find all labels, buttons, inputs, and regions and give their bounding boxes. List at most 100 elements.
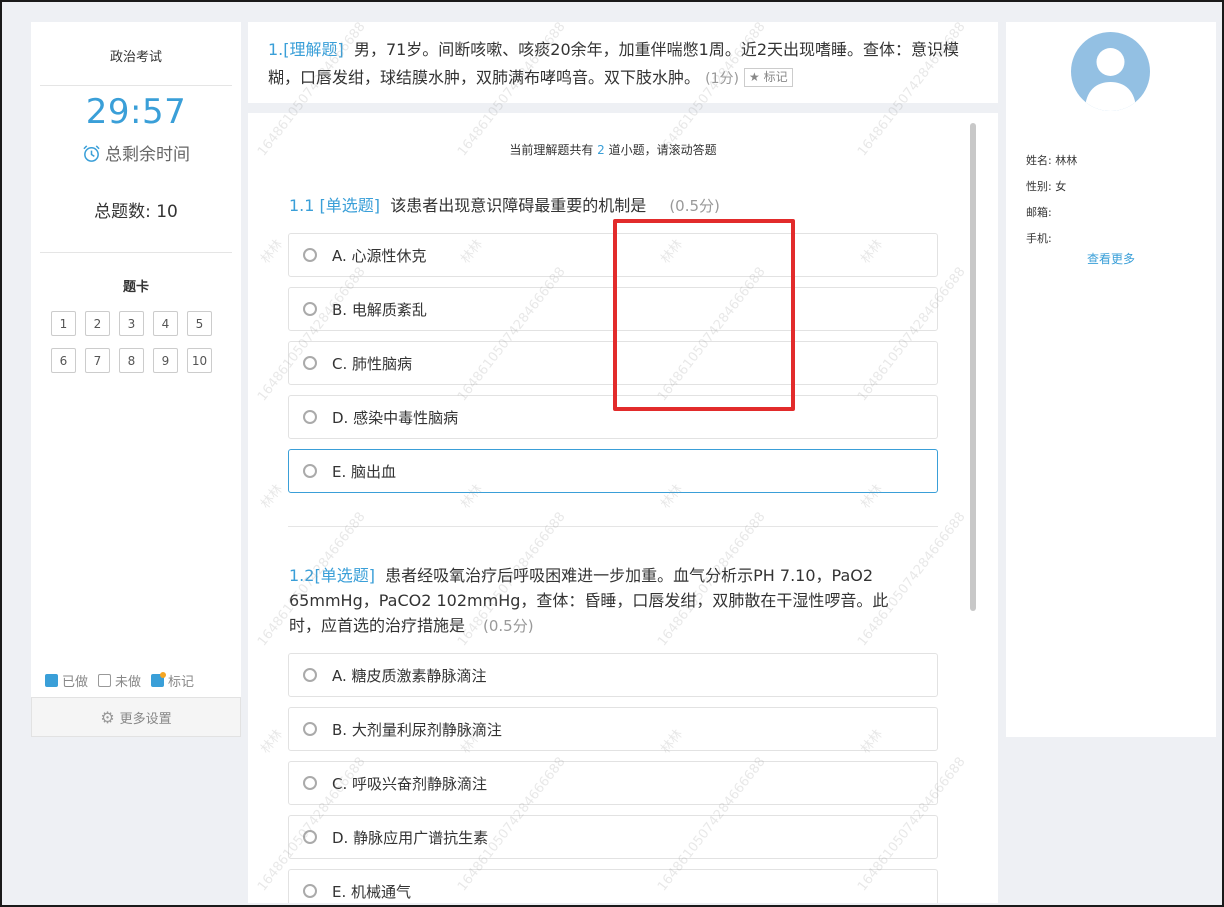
subquestion-score: (0.5分) (669, 197, 720, 215)
option-d[interactable]: D. 静脉应用广谱抗生素 (288, 815, 938, 859)
option-label: C. 肺性脑病 (332, 354, 413, 373)
star-icon: ★ (749, 70, 760, 84)
annotation-highlight-box (613, 219, 795, 411)
question-number-button[interactable]: 9 (153, 348, 178, 373)
subquestion-hint: 当前理解题共有 2 道小题，请滚动答题 (248, 141, 978, 158)
email-label: 邮箱: (1026, 206, 1052, 219)
scrollbar[interactable] (970, 123, 976, 611)
subquestion-line-3: 时，应首选的治疗措施是 (0.5分) (289, 613, 939, 639)
option-a[interactable]: A. 糖皮质激素静脉滴注 (288, 653, 938, 697)
option-label: A. 糖皮质激素静脉滴注 (332, 666, 487, 685)
alarm-clock-icon (82, 144, 101, 168)
option-b[interactable]: B. 大剂量利尿剂静脉滴注 (288, 707, 938, 751)
see-more-link[interactable]: 查看更多 (1006, 250, 1216, 267)
answer-card-title: 题卡 (122, 280, 149, 295)
status-legend: 已做 未做 标记 (45, 671, 194, 690)
gender-label: 性别: (1026, 180, 1052, 193)
left-panel: 政治考试 29:57 总剩余时间 总题数: 10 题卡 1 2 3 4 5 6 … (31, 22, 241, 737)
question-number-button[interactable]: 2 (85, 311, 110, 336)
radio-icon (303, 884, 317, 898)
option-label: C. 呼吸兴奋剂静脉滴注 (332, 774, 488, 793)
user-gender-row: 性别: 女 (1026, 174, 1077, 200)
subquestion-number: 1.1 (289, 196, 315, 215)
name-label: 姓名: (1026, 154, 1052, 167)
divider (288, 526, 938, 527)
question-number-button[interactable]: 1 (51, 311, 76, 336)
divider (40, 85, 232, 86)
question-number-button[interactable]: 4 (153, 311, 178, 336)
more-settings-button[interactable]: ⚙ 更多设置 (31, 697, 241, 737)
main-question-stem: 1.[理解题] 男，71岁。间断咳嗽、咳痰20余年，加重伴喘憋1周。近2天出现嗜… (248, 22, 998, 103)
marked-square-icon (151, 672, 167, 687)
user-phone-row: 手机: (1026, 226, 1077, 252)
legend-marked: 标记 (151, 671, 194, 690)
subquestion-text: 患者经吸氧治疗后呼吸困难进一步加重。血气分析示PH 7.10，PaO2 (385, 566, 874, 585)
hint-prefix: 当前理解题共有 (509, 143, 594, 157)
mark-label: 标记 (763, 70, 788, 84)
done-square-icon (45, 674, 58, 687)
subquestion-title: 1.1 [单选题] 该患者出现意识障碍最重要的机制是 (0.5分) (289, 193, 939, 219)
subquestion-text: 时，应首选的治疗措施是 (289, 616, 466, 635)
user-info: 姓名: 林林 性别: 女 邮箱: 手机: (1026, 148, 1077, 252)
option-e[interactable]: E. 机械通气 (288, 869, 938, 903)
radio-icon (303, 776, 317, 790)
remaining-time-text: 总剩余时间 (105, 145, 190, 165)
phone-label: 手机: (1026, 232, 1052, 245)
avatar (1071, 32, 1150, 111)
option-label: E. 机械通气 (332, 882, 412, 901)
exam-title: 政治考试 (109, 50, 162, 65)
user-name-row: 姓名: 林林 (1026, 148, 1077, 174)
option-label: A. 心源性休克 (332, 246, 427, 265)
legend-undone: 未做 (98, 671, 141, 690)
question-score: (1分) (705, 71, 739, 87)
subquestion-type: [单选题] (319, 196, 381, 215)
radio-icon (303, 248, 317, 262)
subquestion-line: 1.2[单选题] 患者经吸氧治疗后呼吸困难进一步加重。血气分析示PH 7.10，… (289, 563, 939, 588)
mark-button[interactable]: ★ 标记 (744, 68, 793, 87)
legend-undone-label: 未做 (115, 675, 142, 690)
question-text: 男，71岁。间断咳嗽、咳痰20余年，加重伴喘憋1周。近2天出现嗜睡。查体：意识模… (268, 40, 960, 87)
radio-icon (303, 464, 317, 478)
undone-square-icon (98, 674, 112, 687)
option-c[interactable]: C. 呼吸兴奋剂静脉滴注 (288, 761, 938, 805)
question-number-button[interactable]: 10 (187, 348, 212, 373)
user-email-row: 邮箱: (1026, 200, 1077, 226)
question-number-button[interactable]: 3 (119, 311, 144, 336)
subquestion-title: 1.2[单选题] 患者经吸氧治疗后呼吸困难进一步加重。血气分析示PH 7.10，… (289, 563, 939, 639)
radio-icon (303, 410, 317, 424)
user-name: 林林 (1055, 154, 1078, 167)
legend-marked-label: 标记 (168, 675, 195, 690)
option-label: B. 电解质紊乱 (332, 300, 427, 319)
subquestion-text: 65mmHg，PaCO2 102mmHg，查体：昏睡，口唇发绀，双肺散在干湿性啰… (289, 591, 889, 610)
more-settings-label: 更多设置 (119, 711, 172, 727)
radio-icon (303, 722, 317, 736)
user-panel: 姓名: 林林 性别: 女 邮箱: 手机: 查看更多 (1006, 22, 1216, 737)
hint-suffix: 道小题，请滚动答题 (608, 143, 717, 157)
question-number-button[interactable]: 5 (187, 311, 212, 336)
hint-count: 2 (597, 143, 605, 157)
option-label: B. 大剂量利尿剂静脉滴注 (332, 720, 502, 739)
radio-icon (303, 830, 317, 844)
remaining-time-label: 总剩余时间 (31, 140, 241, 168)
divider (40, 252, 232, 253)
option-label: E. 脑出血 (332, 462, 397, 481)
question-number-button[interactable]: 6 (51, 348, 76, 373)
subquestion-number: 1.2 (289, 566, 315, 585)
gear-icon: ⚙ (100, 707, 115, 727)
question-number-button[interactable]: 7 (85, 348, 110, 373)
question-type: [理解题] (283, 40, 344, 59)
total-questions: 总题数: 10 (94, 202, 178, 222)
subquestion-type: [单选题] (314, 566, 375, 585)
radio-icon (303, 356, 317, 370)
radio-icon (303, 668, 317, 682)
question-grid: 1 2 3 4 5 6 7 8 9 10 (51, 311, 221, 373)
user-gender: 女 (1055, 180, 1067, 193)
option-e[interactable]: E. 脑出血 (288, 449, 938, 493)
legend-done-label: 已做 (62, 675, 89, 690)
subquestion-line-1: 1.2[单选题] 患者经吸氧治疗后呼吸困难进一步加重。血气分析示PH 7.10，… (289, 563, 873, 588)
question-number-button[interactable]: 8 (119, 348, 144, 373)
subquestion-score: (0.5分) (483, 617, 534, 635)
legend-done: 已做 (45, 671, 88, 690)
radio-icon (303, 302, 317, 316)
option-label: D. 静脉应用广谱抗生素 (332, 828, 489, 847)
